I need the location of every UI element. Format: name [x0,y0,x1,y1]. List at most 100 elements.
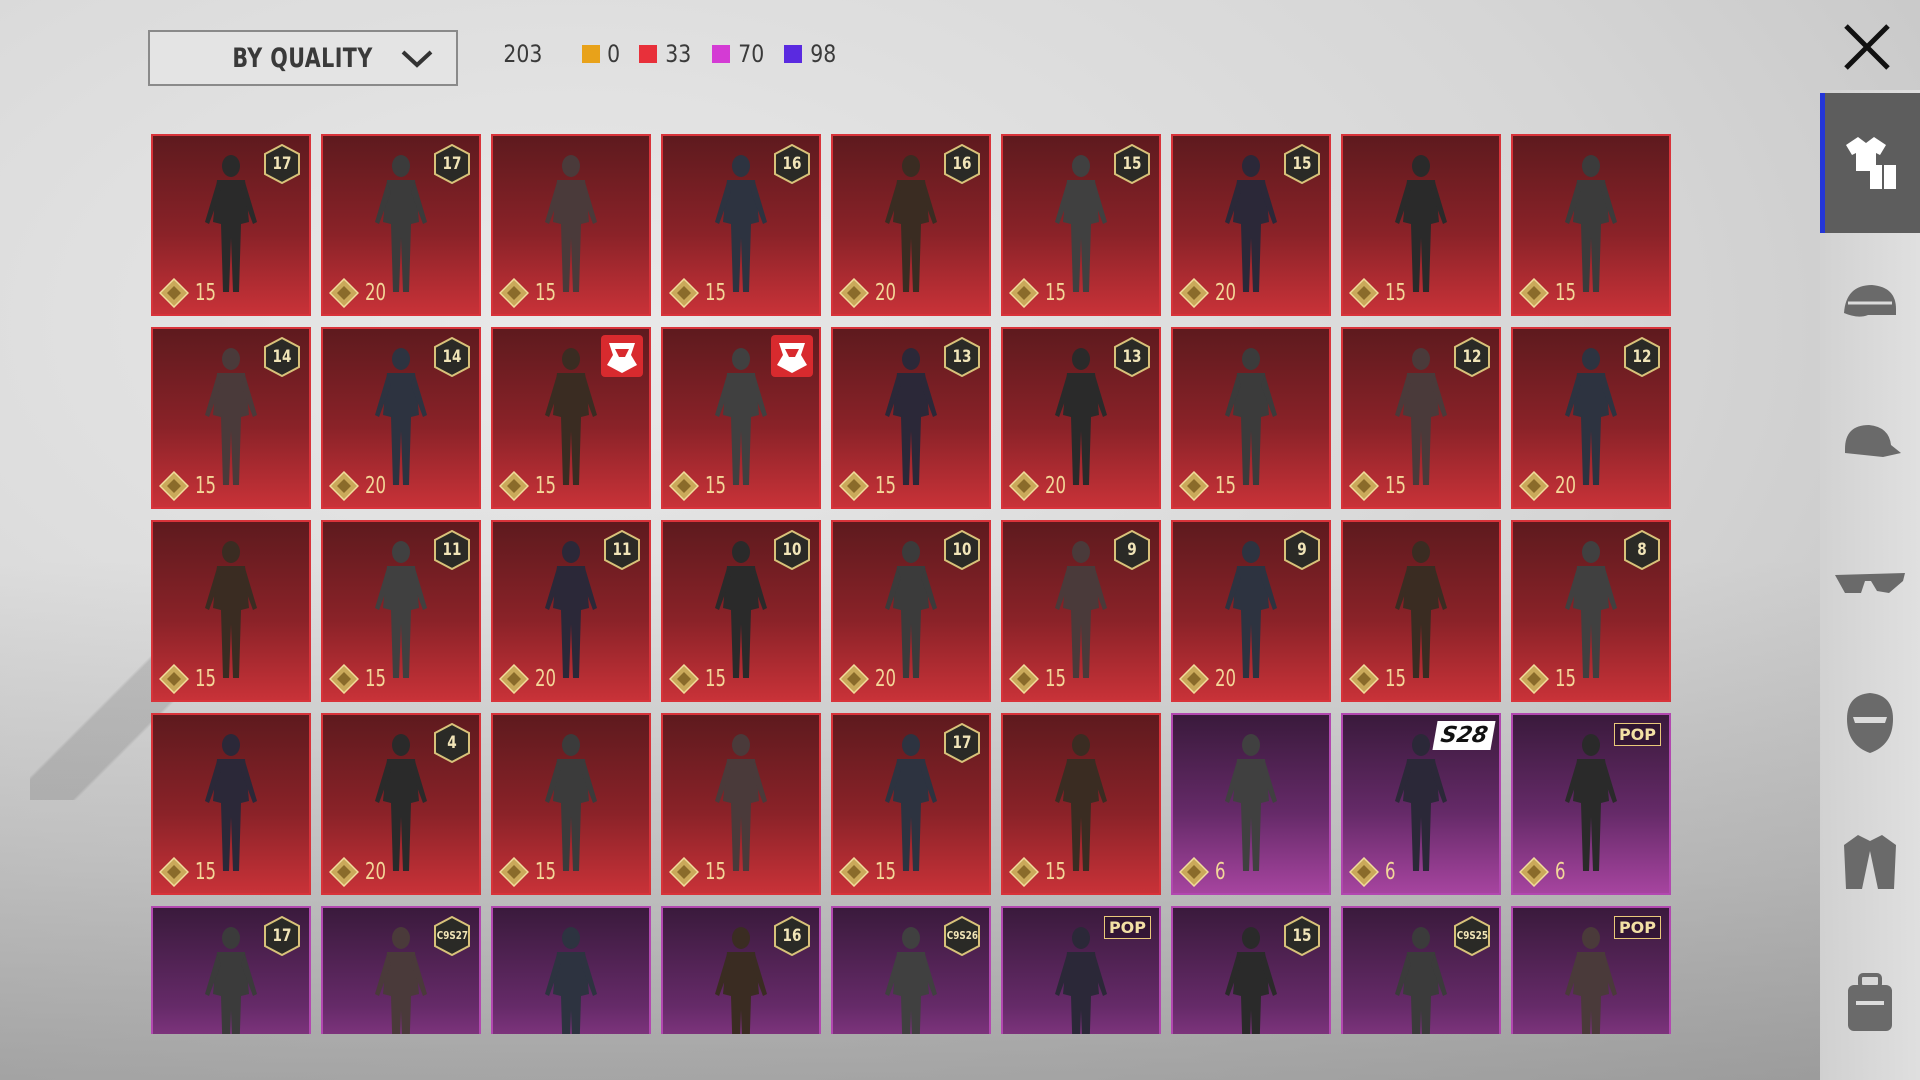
quality-counts: 203 0 33 70 98 [500,40,857,68]
outfit-item-card[interactable]: 15 [1511,134,1671,316]
level-badge-value: C9S26 [946,929,978,942]
outfit-item-card[interactable]: 20 15 [1171,134,1331,316]
coin-icon [1349,857,1379,887]
level-badge: 17 [943,723,981,763]
outfit-item-card[interactable]: 20 11 [491,520,651,702]
outfit-item-card[interactable]: 20 14 [321,327,481,509]
level-badge-value: 4 [447,733,457,753]
level-badge-value: 10 [952,540,972,560]
level-badge: 13 [1113,337,1151,377]
outfit-item-card[interactable]: C9S27 [321,906,481,1034]
outfit-figure [1225,927,1277,1034]
outfit-item-card[interactable]: 15 16 [661,134,821,316]
item-price-value: 20 [535,666,557,692]
coin-icon [1179,278,1209,308]
item-price-value: 20 [875,280,897,306]
outfit-figure [1395,734,1447,871]
sort-dropdown[interactable]: BY QUALITY [148,30,458,86]
outfit-item-card[interactable]: 6 POP [1511,713,1671,895]
outfit-item-card[interactable]: 20 13 [1001,327,1161,509]
outfit-item-card[interactable]: 17 [151,906,311,1034]
sidebar-item-outfit[interactable] [1820,93,1920,233]
outfit-item-card[interactable]: 15 [1171,327,1331,509]
outfit-item-card[interactable]: POP [1001,906,1161,1034]
outfit-item-card[interactable]: 15 [151,520,311,702]
outfit-item-card[interactable]: 15 [661,327,821,509]
item-price: 6 [1349,857,1398,887]
outfit-item-card[interactable]: 15 17 [151,134,311,316]
level-badge-value: 13 [952,347,972,367]
sidebar-item-backpack[interactable] [1820,933,1920,1073]
item-price: 15 [669,278,731,308]
outfit-item-card[interactable]: 15 12 [1341,327,1501,509]
outfit-item-card[interactable]: 15 14 [151,327,311,509]
sidebar-item-mask[interactable] [1820,653,1920,793]
item-price: 15 [159,857,221,887]
transformers-logo-icon [771,335,813,377]
item-price-value: 20 [1555,473,1577,499]
outfit-item-card[interactable]: 15 [1001,713,1161,895]
item-price: 15 [329,664,391,694]
level-badge: 17 [263,916,301,956]
outfit-item-card[interactable]: 15 [151,713,311,895]
transformers-logo-icon [601,335,643,377]
level-badge: 11 [433,530,471,570]
outfit-item-card[interactable]: 15 10 [661,520,821,702]
outfit-item-card[interactable]: 15 [1341,134,1501,316]
level-badge: 9 [1283,530,1321,570]
item-price: 15 [1349,664,1411,694]
tier-swatch [581,45,600,63]
tier-count-value: 33 [665,40,692,68]
outfit-item-card[interactable] [491,906,651,1034]
item-price: 20 [839,278,901,308]
outfit-item-card[interactable]: 20 10 [831,520,991,702]
outfit-item-card[interactable]: 15 17 [831,713,991,895]
sidebar-item-helmet[interactable] [1820,233,1920,373]
outfit-item-card[interactable]: C9S25 [1341,906,1501,1034]
close-icon[interactable] [1840,20,1894,74]
outfit-item-card[interactable]: 15 11 [321,520,481,702]
outfit-item-card[interactable]: 6 S28 [1341,713,1501,895]
sidebar-item-jacket[interactable] [1820,793,1920,933]
outfit-item-card[interactable]: 20 17 [321,134,481,316]
tier-count-red: 33 [639,40,694,68]
level-badge-value: 17 [952,733,972,753]
level-badge-value: 15 [1122,154,1142,174]
coin-icon [1179,857,1209,887]
tier-swatch [711,45,730,63]
coin-icon [499,471,529,501]
level-badge: 12 [1453,337,1491,377]
outfit-item-card[interactable]: 15 [491,134,651,316]
outfit-item-card[interactable]: 15 [491,327,651,509]
outfit-item-card[interactable]: C9S26 [831,906,991,1034]
outfit-item-card[interactable]: 15 [1341,520,1501,702]
outfit-item-card[interactable]: 15 15 [1001,134,1161,316]
outfit-item-card[interactable]: 15 [1171,906,1331,1034]
sidebar-item-cap[interactable] [1820,373,1920,513]
item-price-value: 15 [1555,280,1577,306]
outfit-item-card[interactable]: 15 8 [1511,520,1671,702]
helmet-icon [1844,285,1896,317]
outfit-item-card[interactable]: 20 4 [321,713,481,895]
outfit-item-card[interactable]: 20 9 [1171,520,1331,702]
item-price-value: 15 [365,666,387,692]
outfit-item-card[interactable]: 15 13 [831,327,991,509]
outfit-item-card[interactable]: 20 12 [1511,327,1671,509]
outfit-item-card[interactable]: POP [1511,906,1671,1034]
total-count: 203 [503,40,543,68]
item-price-value: 15 [1045,280,1067,306]
outfit-item-card[interactable]: 15 9 [1001,520,1161,702]
outfit-item-card[interactable]: 16 [661,906,821,1034]
outfit-figure [375,927,427,1034]
level-badge-value: 10 [782,540,802,560]
outfit-item-card[interactable]: 15 [491,713,651,895]
level-badge: 15 [1283,916,1321,956]
outfit-item-card[interactable]: 20 16 [831,134,991,316]
outfit-item-card[interactable]: 15 [661,713,821,895]
coin-icon [499,278,529,308]
sidebar-item-glasses[interactable] [1820,513,1920,653]
level-badge: 16 [943,144,981,184]
tier-count-value: 70 [737,40,764,68]
level-badge: 15 [1113,144,1151,184]
outfit-item-card[interactable]: 6 [1171,713,1331,895]
